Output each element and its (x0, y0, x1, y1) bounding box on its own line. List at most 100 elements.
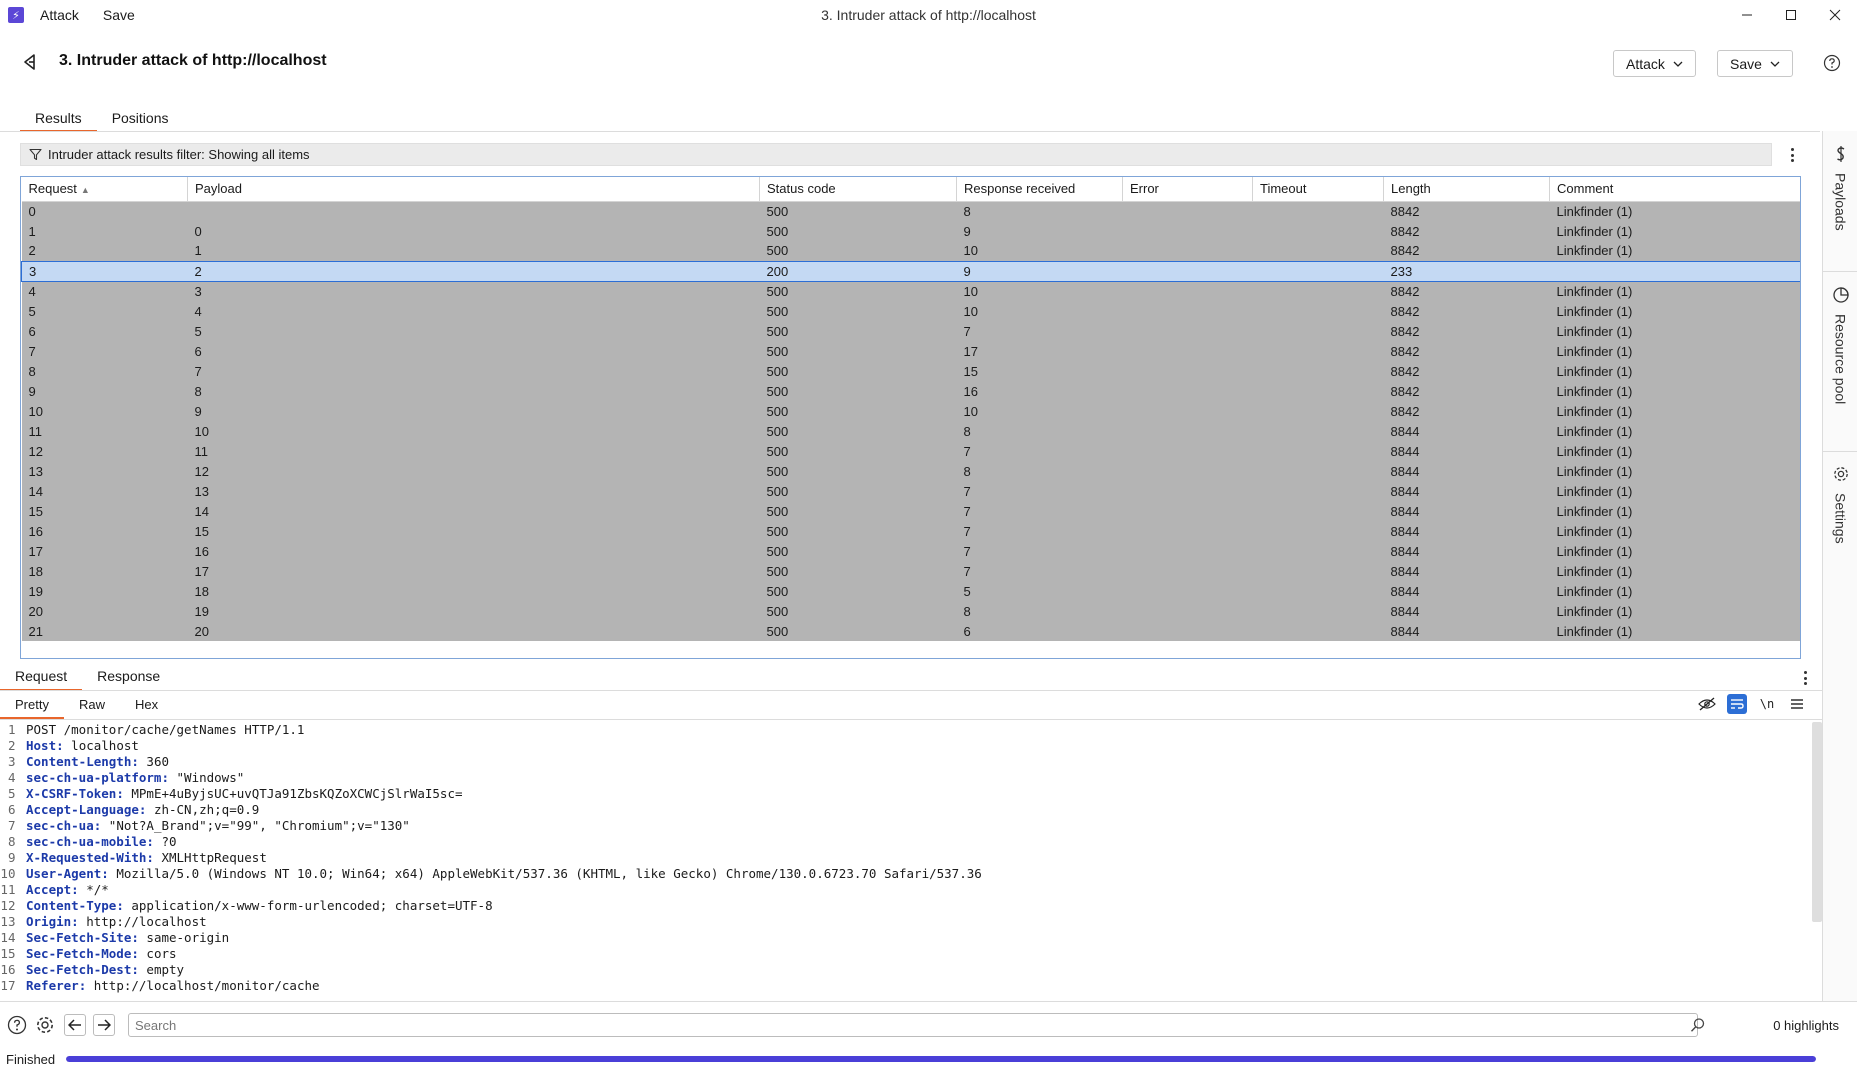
table-row[interactable]: 18 17 500 7 8844 Linkfinder (1) (21, 561, 1800, 581)
message-more-options-icon[interactable] (1797, 670, 1813, 686)
table-row[interactable]: 0 500 8 8842 Linkfinder (1) (21, 201, 1800, 221)
more-options-icon[interactable] (1784, 147, 1800, 163)
minimize-button[interactable] (1725, 0, 1769, 30)
column-header-request[interactable]: Request ▲ (21, 177, 188, 202)
table-row[interactable]: 19 18 500 5 8844 Linkfinder (1) (21, 581, 1800, 601)
table-cell: 5 (956, 581, 1123, 601)
save-button-label: Save (1730, 55, 1762, 72)
table-cell (1252, 541, 1384, 561)
table-row[interactable]: 8 7 500 15 8842 Linkfinder (1) (21, 361, 1800, 381)
table-cell: 10 (956, 281, 1123, 301)
table-cell (1122, 601, 1253, 621)
column-header-comment[interactable]: Comment (1549, 177, 1800, 202)
arrow-left-icon (68, 1019, 81, 1031)
table-cell (1252, 441, 1384, 461)
table-row[interactable]: 10 9 500 10 8842 Linkfinder (1) (21, 401, 1800, 421)
table-cell (1122, 221, 1253, 241)
table-row[interactable]: 4 3 500 10 8842 Linkfinder (1) (21, 281, 1800, 301)
header-value: same-origin (146, 930, 230, 945)
tab-positions[interactable]: Positions (97, 108, 184, 132)
column-header-error[interactable]: Error (1122, 177, 1253, 202)
table-cell: 8844 (1383, 621, 1550, 641)
table-cell: 500 (759, 281, 957, 301)
table-cell: 20 (187, 621, 760, 641)
close-button[interactable] (1813, 0, 1857, 30)
menu-attack[interactable]: Attack (40, 7, 79, 23)
results-filter-bar[interactable]: Intruder attack results filter: Showing … (20, 143, 1772, 166)
side-tab-settings[interactable]: Settings (1823, 465, 1857, 544)
table-cell (1252, 221, 1384, 241)
table-row[interactable]: 2 1 500 10 8842 Linkfinder (1) (21, 241, 1800, 261)
side-tab-resource-pool[interactable]: Resource pool (1823, 286, 1857, 404)
search-input[interactable] (128, 1013, 1698, 1037)
tab-hex[interactable]: Hex (120, 695, 173, 719)
table-row[interactable]: 5 4 500 10 8842 Linkfinder (1) (21, 301, 1800, 321)
column-header-timeout[interactable]: Timeout (1252, 177, 1384, 202)
table-cell: 8 (956, 461, 1123, 481)
table-row[interactable]: 12 11 500 7 8844 Linkfinder (1) (21, 441, 1800, 461)
newline-toggle-icon[interactable]: \n (1757, 694, 1777, 714)
table-row[interactable]: 7 6 500 17 8842 Linkfinder (1) (21, 341, 1800, 361)
table-cell: 8842 (1383, 321, 1550, 341)
close-icon (1829, 9, 1841, 21)
table-row[interactable]: 16 15 500 7 8844 Linkfinder (1) (21, 521, 1800, 541)
table-cell: Linkfinder (1) (1549, 341, 1800, 361)
table-row[interactable]: 1 0 500 9 8842 Linkfinder (1) (21, 221, 1800, 241)
table-row[interactable]: 13 12 500 8 8844 Linkfinder (1) (21, 461, 1800, 481)
table-cell (1122, 381, 1253, 401)
word-wrap-icon[interactable] (1727, 694, 1747, 714)
hamburger-menu-icon[interactable] (1787, 694, 1807, 714)
next-match-button[interactable] (93, 1014, 115, 1036)
header-name: Origin (26, 914, 72, 929)
divider (1823, 451, 1857, 452)
column-header-response-received[interactable]: Response received (956, 177, 1123, 202)
table-cell (1252, 561, 1384, 581)
table-cell: 8844 (1383, 461, 1550, 481)
side-tab-payloads[interactable]: Payloads (1823, 145, 1857, 231)
table-row[interactable]: 21 20 500 6 8844 Linkfinder (1) (21, 621, 1800, 641)
table-cell: 4 (187, 301, 760, 321)
help-icon[interactable] (1823, 54, 1841, 72)
tab-request[interactable]: Request (0, 665, 83, 691)
table-row[interactable]: 9 8 500 16 8842 Linkfinder (1) (21, 381, 1800, 401)
results-table[interactable]: Request ▲ Payload Status code Response re… (20, 176, 1801, 659)
help-button[interactable] (6, 1014, 28, 1036)
column-header-status-code[interactable]: Status code (759, 177, 957, 202)
column-header-payload[interactable]: Payload (187, 177, 760, 202)
table-row[interactable]: 17 16 500 7 8844 Linkfinder (1) (21, 541, 1800, 561)
menu-save[interactable]: Save (103, 7, 135, 23)
table-cell (1252, 521, 1384, 541)
tab-response[interactable]: Response (82, 665, 175, 691)
editor-scrollbar[interactable] (1812, 722, 1822, 922)
request-editor[interactable]: 1 POST /monitor/cache/getNames HTTP/1.1 2… (0, 722, 1812, 1000)
column-header-length[interactable]: Length (1383, 177, 1550, 202)
table-row[interactable]: 20 19 500 8 8844 Linkfinder (1) (21, 601, 1800, 621)
header-value: empty (146, 962, 185, 977)
table-cell: Linkfinder (1) (1549, 501, 1800, 521)
table-cell: 12 (21, 441, 188, 461)
table-row[interactable]: 11 10 500 8 8844 Linkfinder (1) (21, 421, 1800, 441)
back-button[interactable] (18, 50, 42, 74)
tab-pretty[interactable]: Pretty (0, 695, 64, 719)
table-cell: 7 (956, 481, 1123, 501)
table-row[interactable]: 14 13 500 7 8844 Linkfinder (1) (21, 481, 1800, 501)
table-cell: 8842 (1383, 341, 1550, 361)
divider (0, 690, 1822, 691)
table-row[interactable]: 6 5 500 7 8842 Linkfinder (1) (21, 321, 1800, 341)
table-row[interactable]: 15 14 500 7 8844 Linkfinder (1) (21, 501, 1800, 521)
save-dropdown-button[interactable]: Save (1717, 50, 1793, 77)
hide-non-printable-icon[interactable] (1697, 694, 1717, 714)
table-cell: 14 (21, 481, 188, 501)
table-cell: 500 (759, 461, 957, 481)
tab-results[interactable]: Results (20, 108, 97, 132)
header-name: Sec-Fetch-Mode (26, 946, 132, 961)
attack-dropdown-button[interactable]: Attack (1613, 50, 1696, 77)
table-cell: 6 (187, 341, 760, 361)
search-settings-button[interactable] (34, 1014, 56, 1036)
search-icon[interactable] (1690, 1017, 1706, 1033)
table-row[interactable]: 3 2 200 9 233 (21, 260, 1800, 282)
previous-match-button[interactable] (64, 1014, 86, 1036)
results-table-body: 0 500 8 8842 Linkfinder (1) 1 0 500 9 8842 Linkfin… (21, 201, 1800, 641)
tab-raw[interactable]: Raw (64, 695, 120, 719)
maximize-button[interactable] (1769, 0, 1813, 30)
